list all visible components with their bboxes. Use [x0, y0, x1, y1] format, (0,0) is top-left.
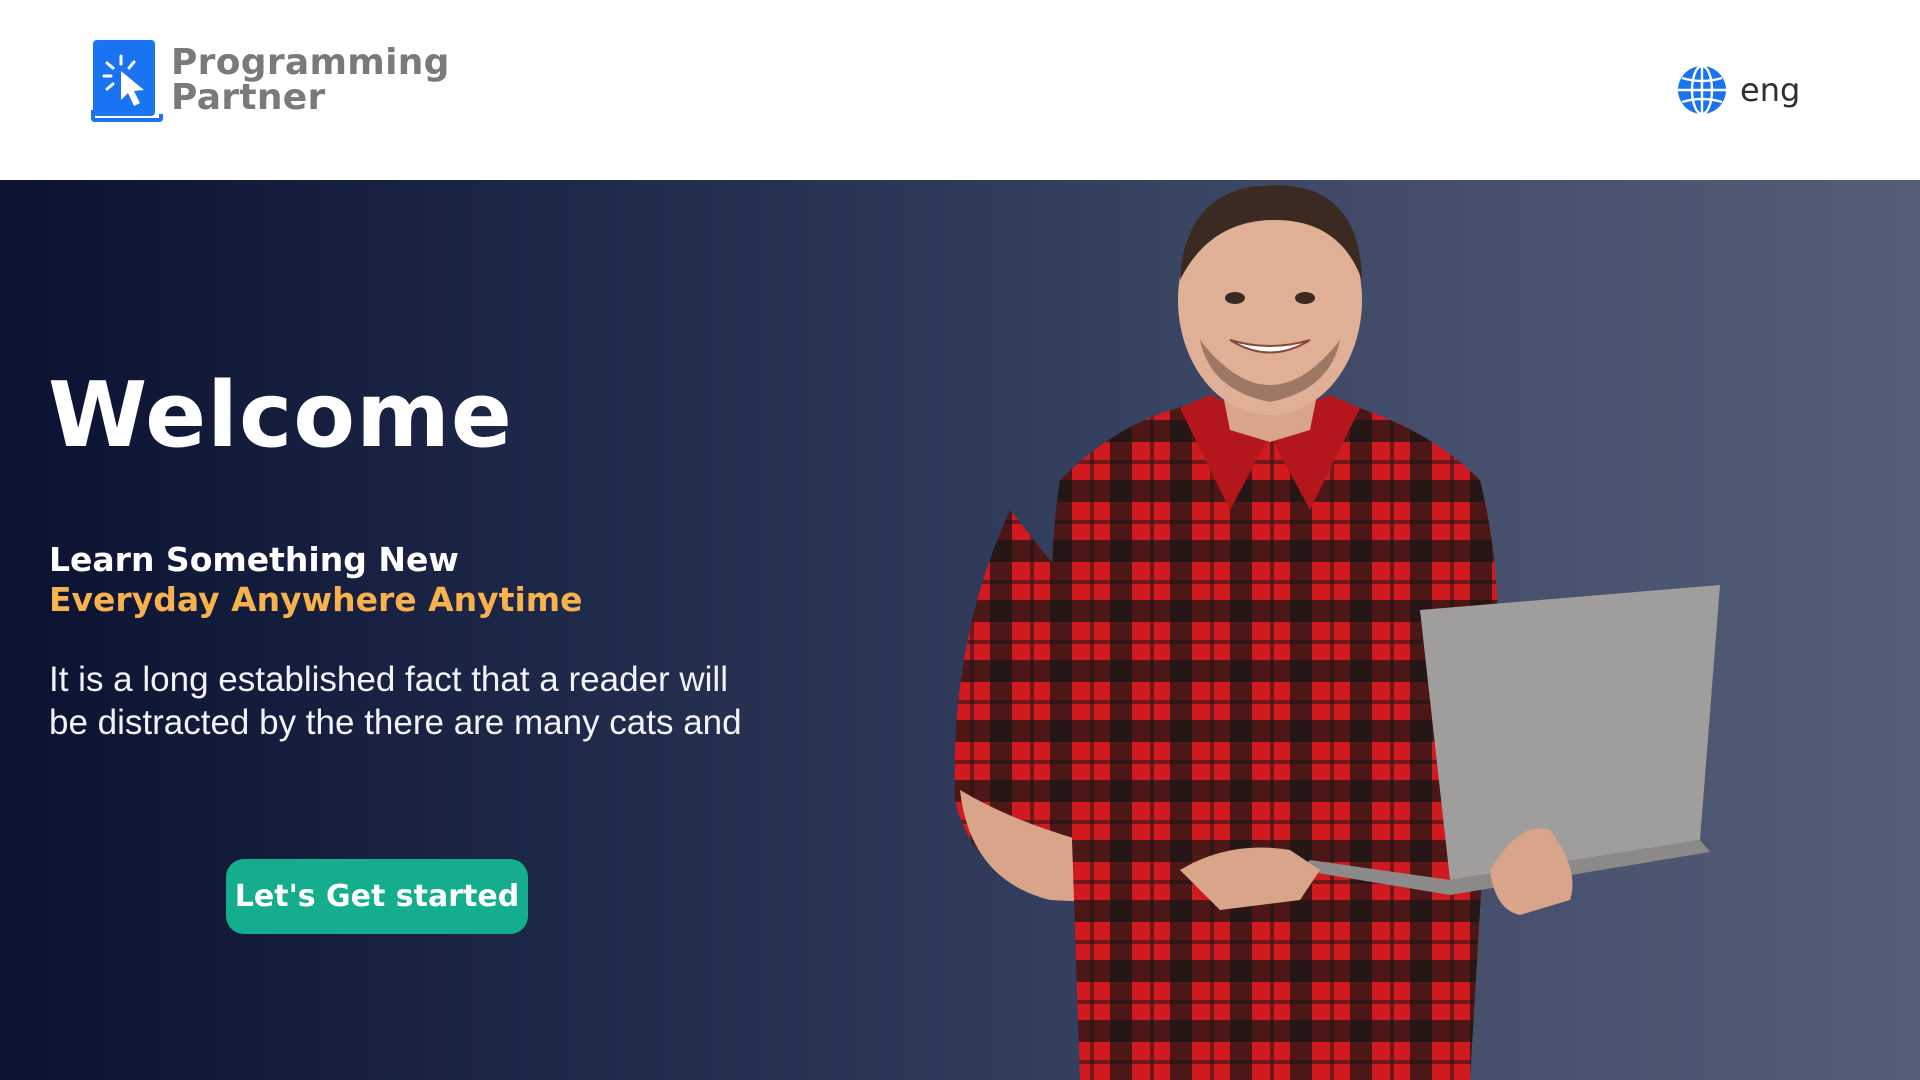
get-started-button[interactable]: Let's Get started [226, 859, 528, 934]
language-selector[interactable]: eng [1676, 64, 1800, 116]
hero-section: Welcome Learn Something New Everyday Any… [0, 180, 1920, 1080]
hero-tagline: Learn Something New Everyday Anywhere An… [49, 540, 583, 620]
hero-title: Welcome [48, 363, 513, 468]
site-header: Programming Partner eng [0, 0, 1920, 180]
logo-line-1: Programming [171, 42, 450, 83]
language-label: eng [1740, 71, 1801, 109]
globe-icon [1678, 64, 1726, 116]
logo-line-2: Partner [171, 77, 326, 118]
tagline-line-2: Everyday Anywhere Anytime [49, 580, 583, 619]
description-line-2: be distracted by the there are many cats… [49, 703, 742, 742]
hero-photo [954, 185, 1720, 1080]
hero-description: It is a long established fact that a rea… [49, 658, 749, 744]
logo-link[interactable]: Programming Partner [91, 38, 450, 122]
description-line-1: It is a long established fact that a rea… [49, 660, 728, 699]
cursor-click-icon [91, 40, 163, 122]
tagline-line-1: Learn Something New [49, 540, 459, 579]
logo-wordmark: Programming Partner [171, 42, 450, 118]
